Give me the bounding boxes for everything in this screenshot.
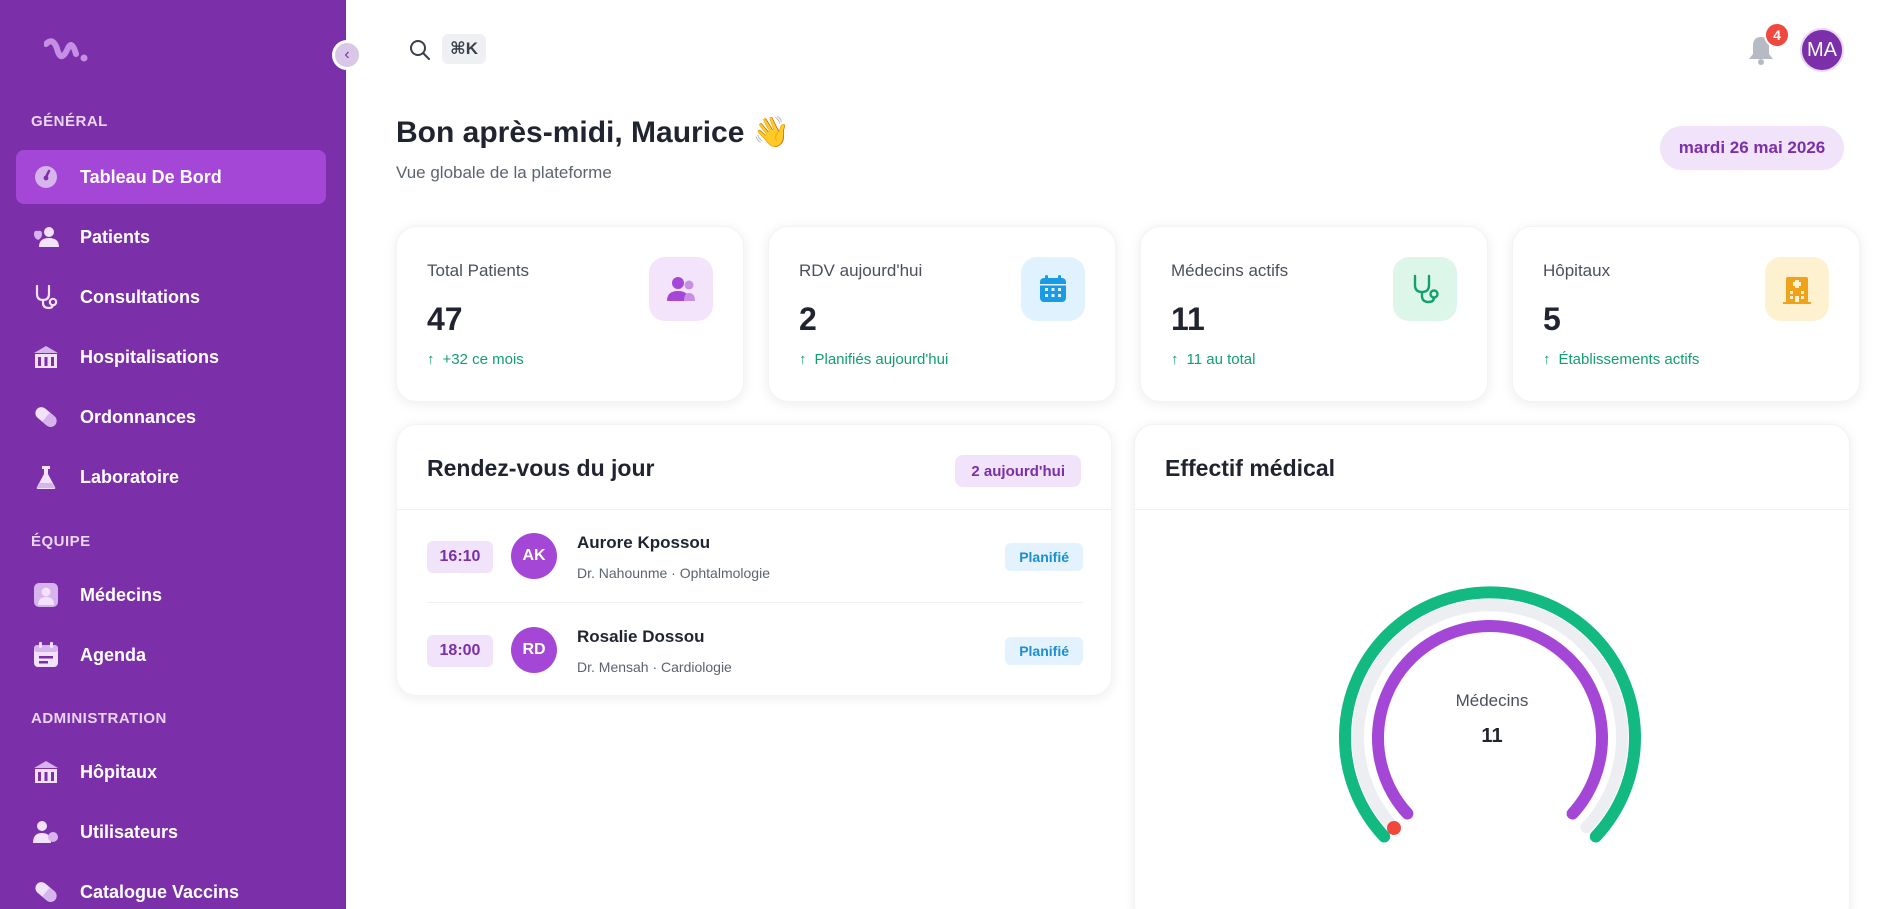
calendar-icon (1021, 257, 1085, 321)
sidebar-item-agenda[interactable]: Agenda (16, 628, 326, 682)
status-badge: Planifié (1005, 543, 1083, 571)
appointments-count-badge: 2 aujourd'hui (955, 455, 1081, 487)
sidebar-item-label: Utilisateurs (80, 821, 179, 842)
sidebar-item-label: Agenda (80, 644, 147, 665)
arrow-up-icon: ↑ (1171, 351, 1179, 368)
stat-card-medecins: Médecins actifs 11 ↑ 11 au total (1140, 226, 1488, 402)
status-badge: Planifié (1005, 637, 1083, 665)
building-icon (32, 343, 60, 371)
stat-trend-text: 11 au total (1186, 351, 1256, 368)
sidebar-item-consultations[interactable]: Consultations (16, 270, 326, 324)
agenda-icon (32, 641, 60, 669)
gauge-icon (32, 163, 60, 191)
hospital-icon (1765, 257, 1829, 321)
stat-trend: ↑ Établissements actifs (1543, 351, 1699, 368)
stat-card-rdv: RDV aujourd'hui 2 ↑ Planifiés aujourd'hui (768, 226, 1116, 402)
gauge-marker (1387, 821, 1401, 835)
sidebar-item-hopitaux[interactable]: Hôpitaux (16, 745, 326, 799)
list-item[interactable]: 16:10 AK Aurore Kpossou Dr. Nahounme · O… (427, 509, 1083, 603)
appointment-meta: Dr. Mensah · Cardiologie (577, 659, 732, 675)
section-general: GÉNÉRAL (31, 113, 108, 130)
patient-name: Aurore Kpossou (577, 533, 711, 552)
page-subtitle: Vue globale de la plateforme (396, 163, 612, 182)
users-icon (32, 818, 60, 846)
arrow-up-icon: ↑ (1543, 351, 1551, 368)
appointment-meta: Dr. Nahounme · Ophtalmologie (577, 565, 770, 581)
patient-name: Rosalie Dossou (577, 627, 705, 646)
appointments-card: Rendez-vous du jour 2 aujourd'hui 16:10 … (396, 424, 1112, 696)
search-icon[interactable] (408, 38, 432, 62)
gauge-arc-inner (1372, 620, 1608, 820)
gauge-label: Médecins (1455, 691, 1529, 710)
sidebar-item-laboratoire[interactable]: Laboratoire (16, 450, 326, 504)
divider (1135, 509, 1849, 510)
stat-value: 5 (1543, 301, 1561, 337)
sidebar-item-hospitalisations[interactable]: Hospitalisations (16, 330, 326, 384)
logo[interactable] (44, 38, 88, 66)
time-chip: 16:10 (427, 541, 493, 573)
arrow-up-icon: ↑ (427, 351, 435, 368)
section-equipe: ÉQUIPE (31, 533, 91, 550)
avatar: AK (511, 533, 557, 579)
stethoscope-icon (1393, 257, 1457, 321)
sidebar-item-utilisateurs[interactable]: Utilisateurs (16, 805, 326, 859)
stat-label: Hôpitaux (1543, 261, 1611, 280)
patients-icon (649, 257, 713, 321)
section-administration: ADMINISTRATION (31, 710, 167, 727)
gauge-value: 11 (1481, 725, 1503, 747)
page-title: Bon après-midi, Maurice 👋 (396, 116, 791, 149)
patients-icon (32, 223, 60, 251)
sidebar-item-label: Patients (80, 226, 151, 247)
stat-card-hopitaux: Hôpitaux 5 ↑ Établissements actifs (1512, 226, 1860, 402)
sidebar: GÉNÉRAL Tableau De Bord Patients Consult… (0, 0, 346, 909)
time-chip: 18:00 (427, 635, 493, 667)
stat-label: Total Patients (427, 261, 530, 280)
stat-trend-text: Planifiés aujourd'hui (814, 351, 949, 368)
sidebar-item-medecins[interactable]: Médecins (16, 568, 326, 622)
sidebar-item-label: Médecins (80, 584, 163, 605)
chevron-left-icon: ‹ (344, 46, 350, 63)
flask-icon (32, 463, 60, 491)
sidebar-item-label: Ordonnances (80, 406, 197, 427)
sidebar-item-label: Tableau De Bord (80, 166, 222, 187)
stat-value: 47 (427, 301, 463, 337)
medical-staff-card: Effectif médical Médecins 11 (1134, 424, 1850, 909)
stat-trend-text: Établissements actifs (1558, 351, 1700, 368)
stat-card-patients: Total Patients 47 ↑ +32 ce mois (396, 226, 744, 402)
sidebar-item-dashboard[interactable]: Tableau De Bord (16, 150, 326, 204)
date-badge: mardi 26 mai 2026 (1660, 126, 1844, 170)
sidebar-item-label: Hospitalisations (80, 346, 220, 367)
building-icon (32, 758, 60, 786)
stat-trend: ↑ +32 ce mois (427, 351, 524, 368)
sidebar-item-label: Hôpitaux (80, 761, 158, 782)
notification-badge: 4 (1764, 22, 1790, 48)
sidebar-item-patients[interactable]: Patients (16, 210, 326, 264)
stat-trend-text: +32 ce mois (442, 351, 524, 368)
sidebar-item-label: Catalogue Vaccins (80, 881, 240, 902)
doctor-icon (32, 581, 60, 609)
arrow-up-icon: ↑ (799, 351, 807, 368)
sidebar-item-label: Consultations (80, 286, 200, 307)
stat-label: RDV aujourd'hui (799, 261, 923, 280)
sidebar-collapse-button[interactable]: ‹ (332, 40, 362, 70)
stat-trend: ↑ 11 au total (1171, 351, 1255, 368)
pill-icon (32, 403, 60, 431)
sidebar-item-label: Laboratoire (80, 466, 180, 487)
avatar: RD (511, 627, 557, 673)
stat-trend: ↑ Planifiés aujourd'hui (799, 351, 948, 368)
sidebar-item-ordonnances[interactable]: Ordonnances (16, 390, 326, 444)
pill-icon (32, 878, 60, 906)
card-title: Effectif médical (1165, 455, 1335, 481)
stethoscope-icon (32, 283, 60, 311)
stat-label: Médecins actifs (1171, 261, 1289, 280)
stat-value: 2 (799, 301, 817, 337)
card-title: Rendez-vous du jour (427, 455, 655, 481)
stat-value: 11 (1171, 301, 1205, 337)
avatar[interactable]: MA (1800, 28, 1844, 72)
sidebar-item-vaccins[interactable]: Catalogue Vaccins (16, 865, 326, 909)
list-item[interactable]: 18:00 RD Rosalie Dossou Dr. Mensah · Car… (427, 603, 1083, 697)
search-shortcut[interactable]: ⌘K (442, 34, 487, 64)
